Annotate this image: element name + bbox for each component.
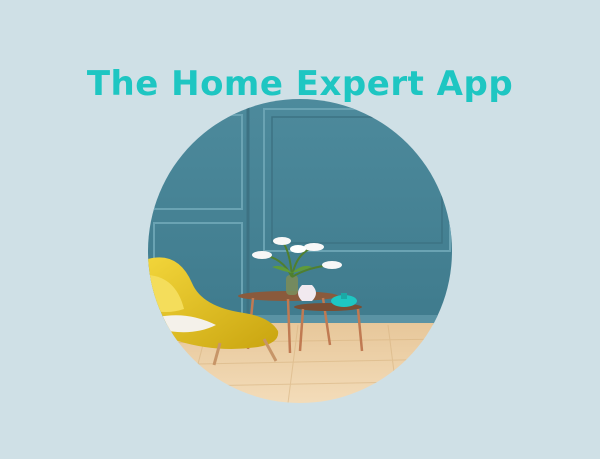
- living-room-illustration: [148, 99, 452, 403]
- hero-image: [148, 99, 452, 403]
- app-screen: The Home Expert App: [0, 0, 600, 459]
